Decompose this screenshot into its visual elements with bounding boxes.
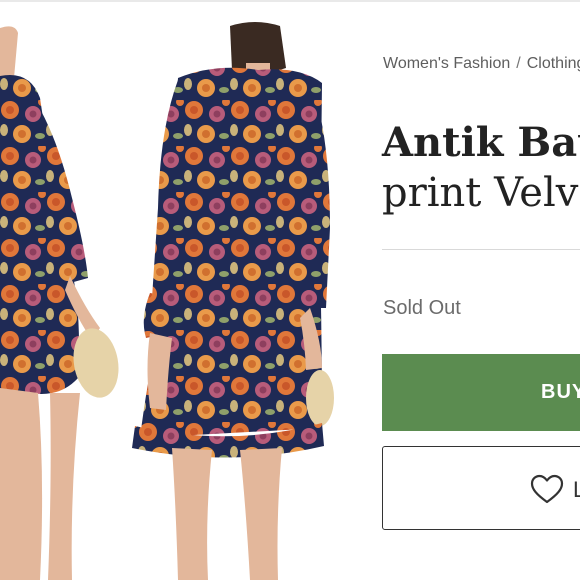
model-left [0,26,119,580]
product-title-line-1: Antik Batik [382,119,580,166]
availability-status: Sold Out [383,297,461,319]
heart-icon [530,474,564,504]
model-right [132,22,334,580]
product-title: Antik Batik print Velvet [382,118,580,218]
breadcrumb: Women's Fashion / Clothing [383,55,580,73]
breadcrumb-item-clothing[interactable]: Clothing [527,55,580,72]
title-divider [382,249,580,250]
product-photo [0,22,334,580]
product-title-line-2: print Velvet [382,170,580,216]
breadcrumb-separator: / [516,55,521,72]
product-image-gallery[interactable] [0,8,360,580]
like-button-label: L [573,477,580,502]
top-divider [0,0,580,2]
like-button[interactable]: L [382,446,580,530]
buy-button[interactable]: BUY [382,354,580,431]
breadcrumb-item-womens-fashion[interactable]: Women's Fashion [383,55,510,72]
product-page: Women's Fashion / Clothing Antik Batik pri… [0,0,580,580]
